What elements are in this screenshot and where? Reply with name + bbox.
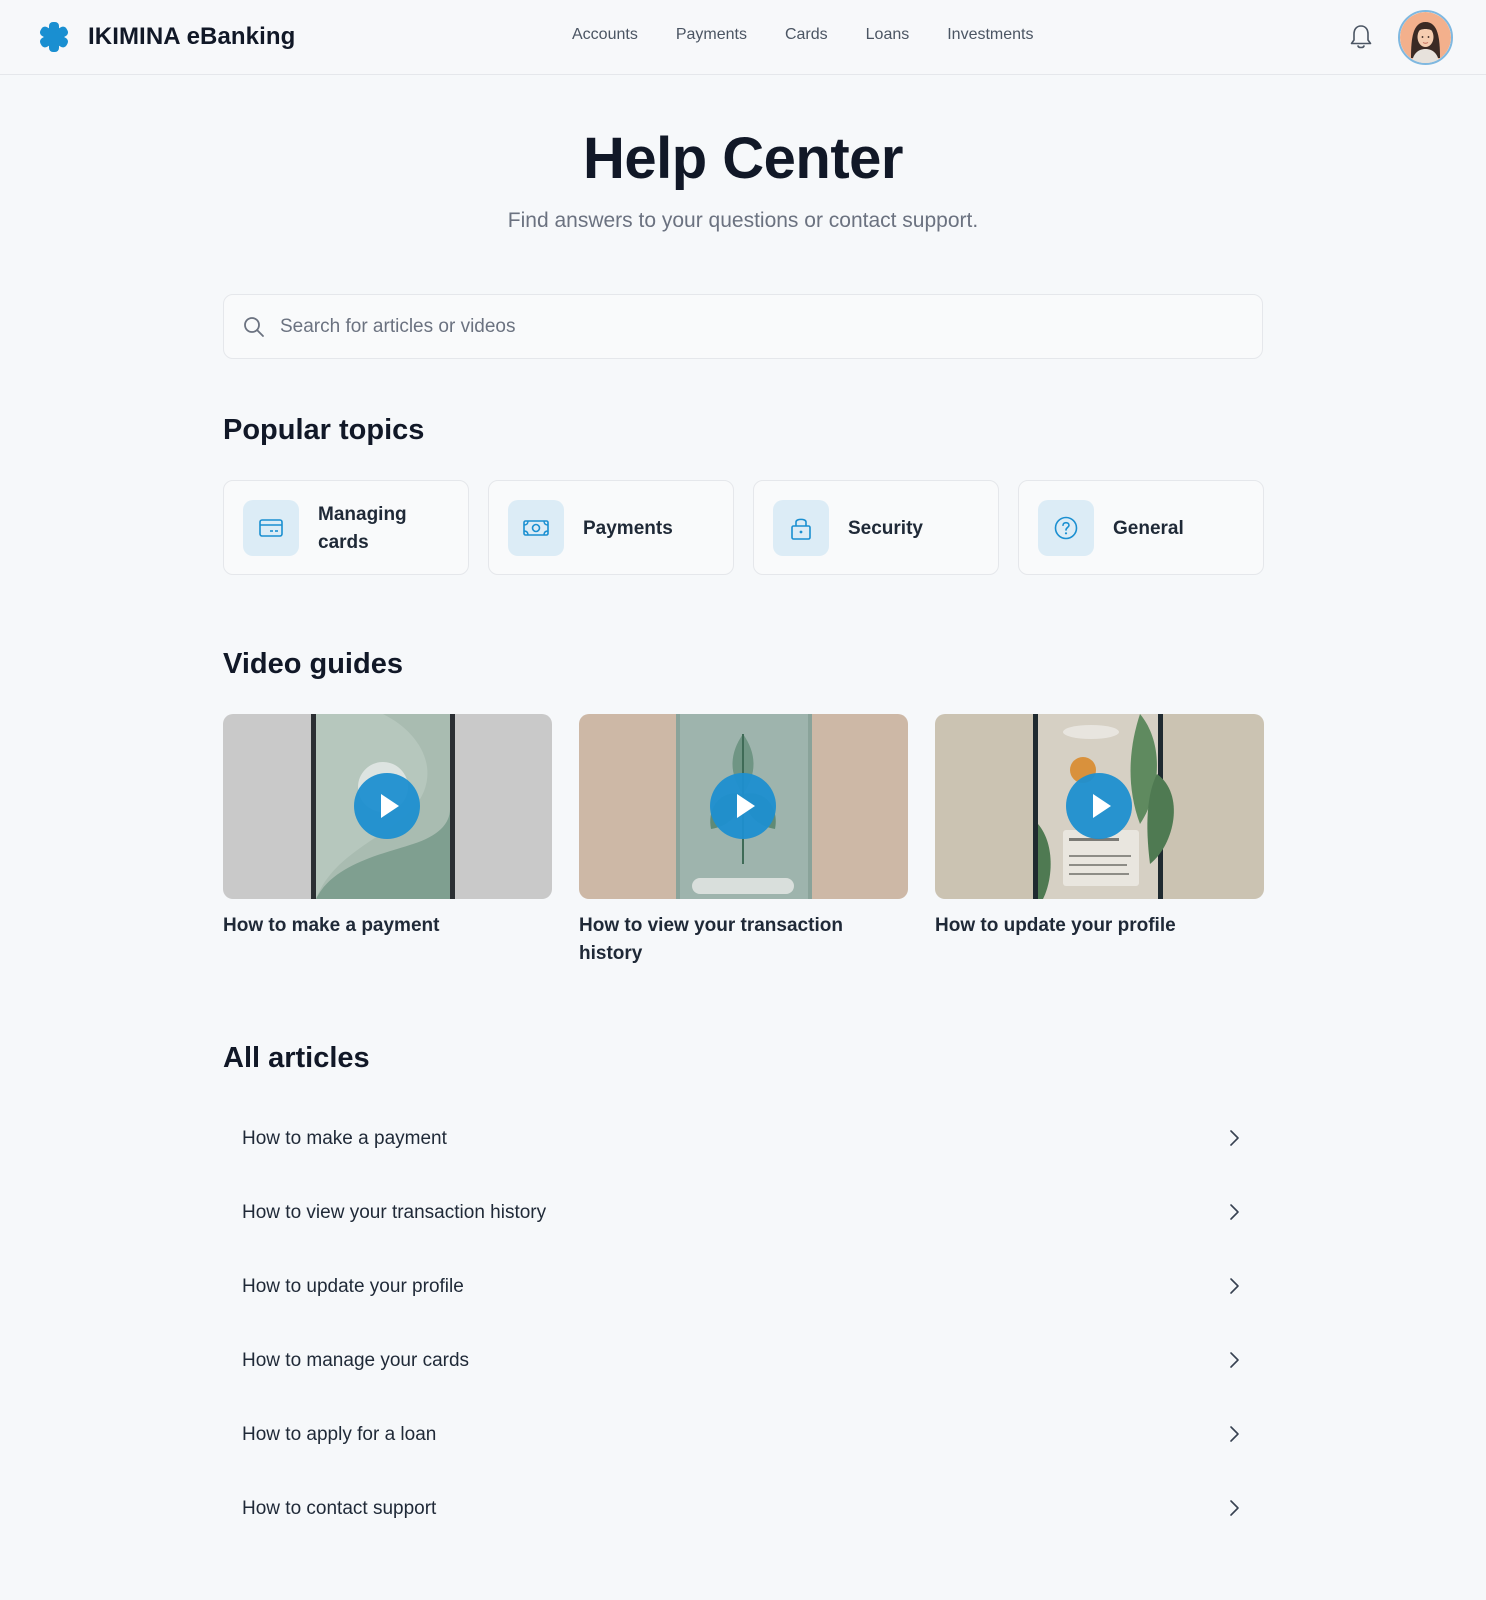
- article-item[interactable]: How to contact support: [223, 1473, 1263, 1547]
- profile-photo: [1400, 12, 1451, 63]
- article-title: How to contact support: [242, 1498, 437, 1519]
- search-bar[interactable]: [223, 294, 1263, 359]
- topic-card-general[interactable]: General: [1018, 480, 1264, 575]
- topic-card-payments[interactable]: Payments: [488, 480, 734, 575]
- video-title: How to update your profile: [935, 915, 1176, 936]
- topic-card-security[interactable]: Security: [753, 480, 999, 575]
- chevron-right-icon: [1230, 1130, 1239, 1146]
- article-item[interactable]: How to make a payment: [223, 1103, 1263, 1177]
- topic-icon-box: [243, 500, 299, 556]
- topic-icon-box: [1038, 500, 1094, 556]
- topic-label: Managing cards: [318, 503, 407, 553]
- topic-icon-box: [508, 500, 564, 556]
- video-title: How to view your transaction history: [579, 915, 843, 964]
- nav-accounts[interactable]: Accounts: [572, 26, 638, 44]
- article-list: How to make a payment How to view your t…: [223, 1103, 1263, 1547]
- nav-payments[interactable]: Payments: [676, 26, 747, 44]
- nav-loans[interactable]: Loans: [866, 26, 910, 44]
- question-circle-icon: [1054, 516, 1078, 540]
- chevron-right-icon: [1230, 1352, 1239, 1368]
- article-title: How to manage your cards: [242, 1350, 470, 1371]
- search-icon: [244, 317, 264, 337]
- topic-grid: Managing cards Payments Security General: [223, 480, 1264, 575]
- chevron-right-icon: [1230, 1278, 1239, 1294]
- article-item[interactable]: How to update your profile: [223, 1251, 1263, 1325]
- search-input[interactable]: [280, 309, 1240, 345]
- page-subtitle: Find answers to your questions or contac…: [507, 209, 979, 232]
- chevron-right-icon: [1230, 1204, 1239, 1220]
- topic-icon-box: [773, 500, 829, 556]
- phone-illustration: [223, 714, 552, 899]
- article-item[interactable]: How to apply for a loan: [223, 1399, 1263, 1473]
- asterisk-logo-icon: [39, 22, 69, 52]
- article-title: How to make a payment: [242, 1128, 447, 1149]
- topic-label: Payments: [583, 517, 673, 539]
- brand[interactable]: IKIMINA eBanking: [38, 20, 295, 54]
- video-thumbnail: [935, 714, 1264, 899]
- topic-card-managing-cards[interactable]: Managing cards: [223, 480, 469, 575]
- article-title: How to update your profile: [242, 1276, 464, 1297]
- banknote-icon: [523, 520, 549, 536]
- video-title: How to make a payment: [223, 915, 440, 936]
- popular-topics-heading: Popular topics: [223, 414, 425, 446]
- article-item[interactable]: How to manage your cards: [223, 1325, 1263, 1399]
- phone-illustration: [935, 714, 1264, 899]
- video-thumbnail: [579, 714, 908, 899]
- avatar[interactable]: [1398, 10, 1453, 65]
- lock-icon: [791, 518, 811, 540]
- video-thumbnail: [223, 714, 552, 899]
- phone-illustration: [579, 714, 908, 899]
- article-title: How to view your transaction history: [242, 1202, 547, 1223]
- main-nav: Accounts Payments Cards Loans Investment…: [572, 26, 1072, 44]
- bell-icon[interactable]: [1346, 22, 1376, 52]
- nav-investments[interactable]: Investments: [947, 26, 1033, 44]
- top-navbar: IKIMINA eBanking Accounts Payments Cards…: [0, 0, 1486, 75]
- topic-label: Security: [848, 517, 923, 539]
- video-guides-heading: Video guides: [223, 648, 403, 680]
- nav-cards[interactable]: Cards: [785, 26, 828, 44]
- chevron-right-icon: [1230, 1500, 1239, 1516]
- all-articles-heading: All articles: [223, 1042, 370, 1074]
- page-title: Help Center: [582, 126, 904, 191]
- chevron-right-icon: [1230, 1426, 1239, 1442]
- credit-card-icon: [259, 519, 283, 537]
- article-title: How to apply for a loan: [242, 1424, 437, 1445]
- article-item[interactable]: How to view your transaction history: [223, 1177, 1263, 1251]
- brand-name: IKIMINA eBanking: [88, 23, 296, 50]
- topic-label: General: [1113, 517, 1184, 539]
